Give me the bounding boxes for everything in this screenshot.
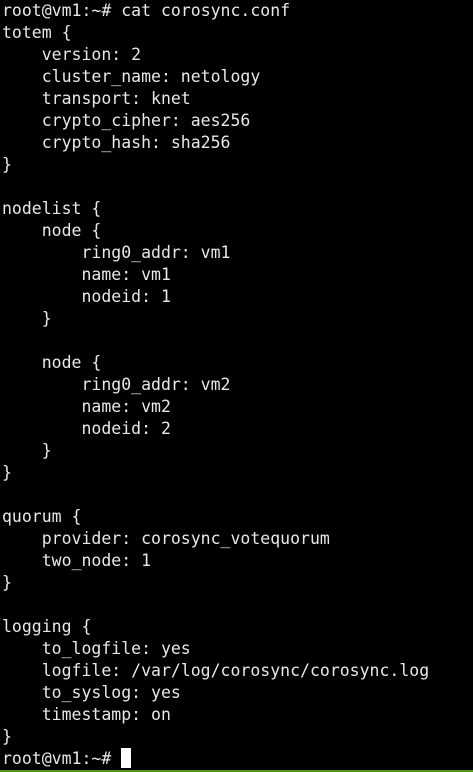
output-line: cluster_name: netology — [2, 67, 261, 86]
output-line: nodeid: 1 — [2, 287, 171, 306]
command-output: totem { version: 2 cluster_name: netolog… — [2, 22, 473, 748]
output-line: } — [2, 155, 12, 174]
output-line: } — [2, 309, 52, 328]
output-line: } — [2, 727, 12, 746]
output-line: totem { — [2, 23, 72, 42]
output-line: logfile: /var/log/corosync/corosync.log — [2, 661, 430, 680]
output-line: provider: corosync_votequorum — [2, 529, 330, 548]
shell-prompt: root@vm1:~# — [2, 1, 122, 20]
shell-prompt-final: root@vm1:~# — [2, 749, 122, 768]
output-line: } — [2, 441, 52, 460]
output-line: transport: knet — [2, 89, 191, 108]
output-line: timestamp: on — [2, 705, 171, 724]
output-line: name: vm1 — [2, 265, 171, 284]
output-line: to_logfile: yes — [2, 639, 191, 658]
output-line: name: vm2 — [2, 397, 171, 416]
output-line: ring0_addr: vm2 — [2, 375, 231, 394]
output-line: ring0_addr: vm1 — [2, 243, 231, 262]
output-line: nodeid: 2 — [2, 419, 171, 438]
text-cursor — [121, 748, 132, 768]
output-line: logging { — [2, 617, 92, 636]
output-line: node { — [2, 221, 102, 240]
command-line: root@vm1:~# cat corosync.conf — [2, 0, 473, 22]
output-line: nodelist { — [2, 199, 102, 218]
output-line: crypto_hash: sha256 — [2, 133, 231, 152]
output-line: crypto_cipher: aes256 — [2, 111, 251, 130]
output-line: version: 2 — [2, 45, 142, 64]
output-line: node { — [2, 353, 102, 372]
output-line: quorum { — [2, 507, 82, 526]
output-line: two_node: 1 — [2, 551, 152, 570]
output-line: } — [2, 573, 12, 592]
output-line: } — [2, 463, 12, 482]
active-prompt-line[interactable]: root@vm1:~# — [2, 748, 473, 770]
output-line: to_syslog: yes — [2, 683, 181, 702]
terminal-window[interactable]: root@vm1:~# cat corosync.conf totem { ve… — [2, 0, 473, 770]
command-text: cat corosync.conf — [121, 1, 291, 20]
